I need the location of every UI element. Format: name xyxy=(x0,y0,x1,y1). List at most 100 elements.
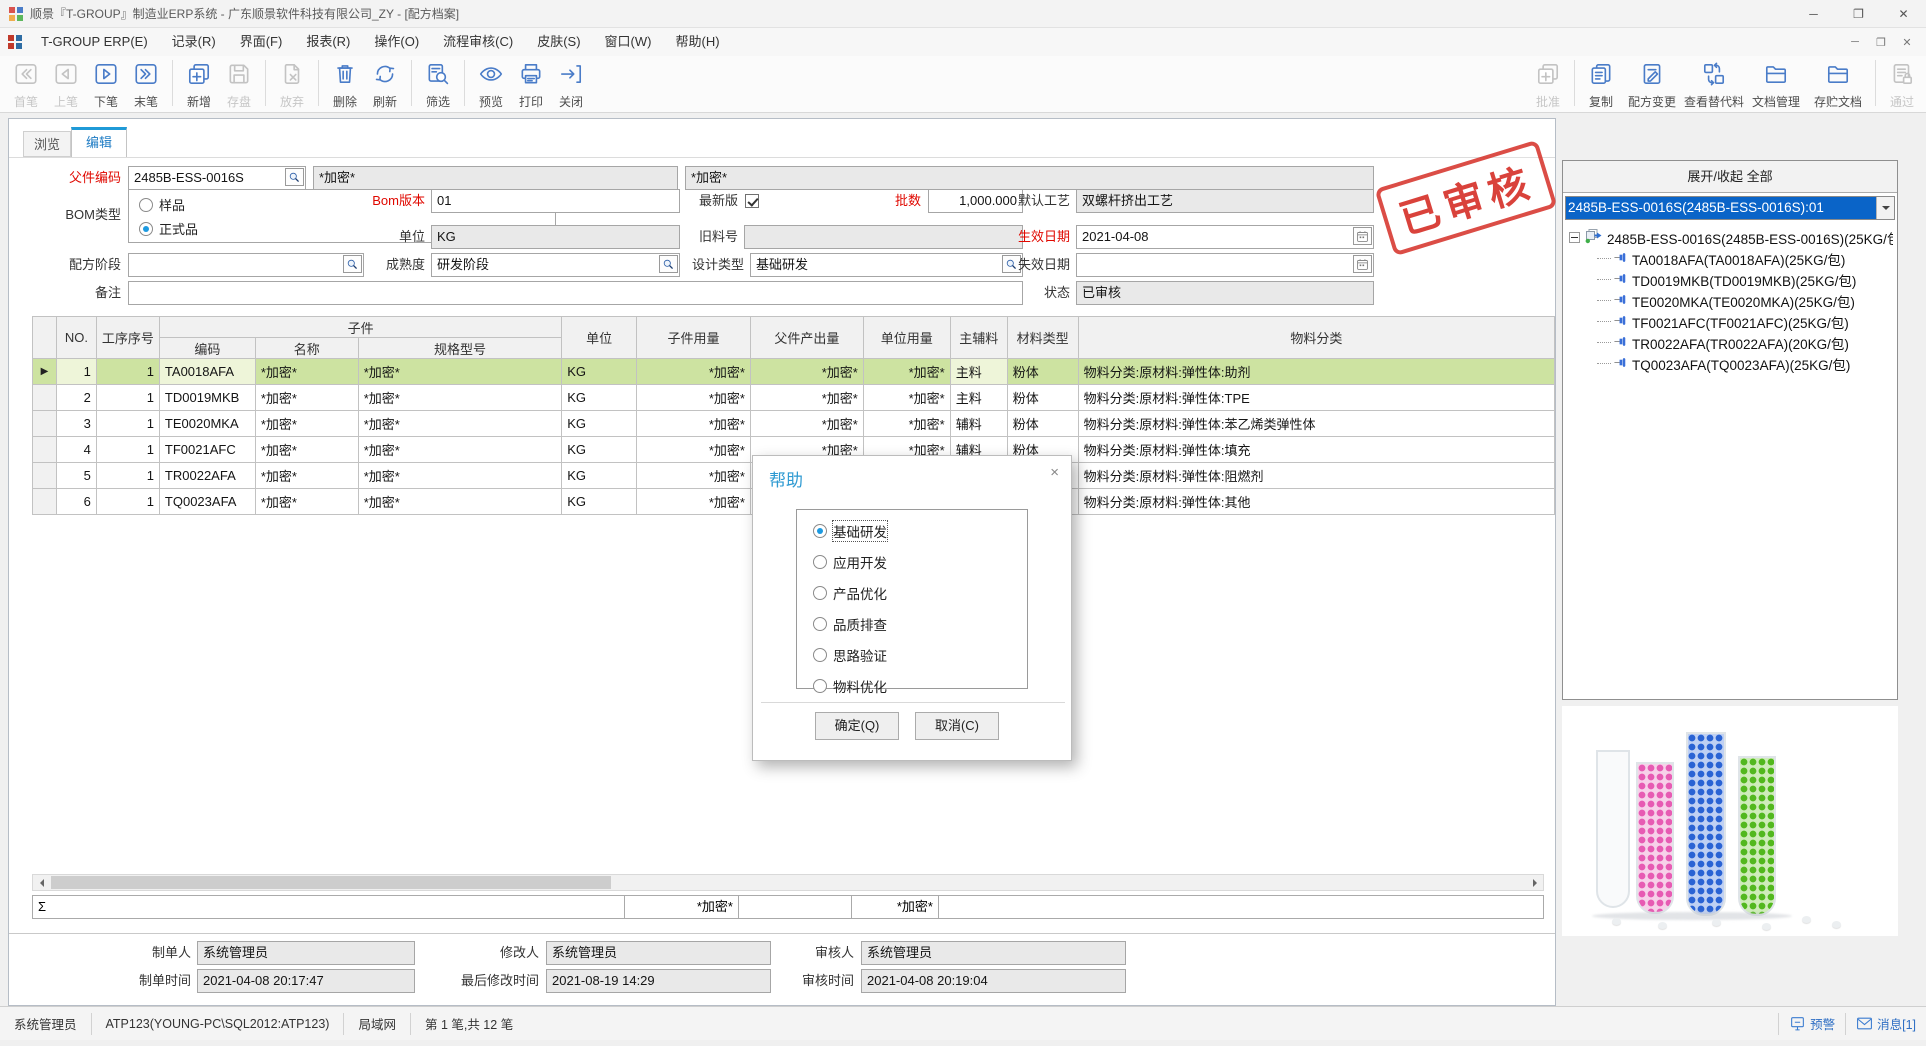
table-cell[interactable]: 1 xyxy=(96,359,159,385)
dialog-close-icon[interactable]: × xyxy=(1050,464,1059,481)
collapse-icon[interactable] xyxy=(1569,232,1580,243)
table-cell[interactable]: KG xyxy=(562,385,637,411)
tree-item[interactable]: TD0019MKB(TD0019MKB)(25KG/包) xyxy=(1567,269,1893,290)
table-cell[interactable]: *加密* xyxy=(358,463,562,489)
toolbar-refresh-button[interactable]: 刷新 xyxy=(365,56,405,110)
table-cell[interactable]: *加密* xyxy=(863,411,950,437)
dialog-option-6[interactable]: 物料优化 xyxy=(813,676,1027,696)
dialog-option-4[interactable]: 品质排查 xyxy=(813,614,1027,634)
table-cell[interactable]: 1 xyxy=(56,359,96,385)
table-cell[interactable]: *加密* xyxy=(255,437,358,463)
table-cell[interactable]: *加密* xyxy=(637,463,751,489)
table-cell[interactable]: 1 xyxy=(96,489,159,515)
toolbar-add-button[interactable]: 新增 xyxy=(179,56,219,110)
toolbar-doc-manage-button[interactable]: 文档管理 xyxy=(1745,56,1807,110)
table-cell[interactable]: KG xyxy=(562,437,637,463)
table-cell[interactable]: *加密* xyxy=(255,463,358,489)
table-cell[interactable]: *加密* xyxy=(358,411,562,437)
scroll-left-icon[interactable] xyxy=(33,875,50,890)
combo-dropdown-icon[interactable] xyxy=(1876,197,1894,219)
alert-item[interactable]: 预警 xyxy=(1779,1014,1845,1033)
formula-stage-input[interactable] xyxy=(128,253,364,277)
tree-item[interactable]: TR0022AFA(TR0022AFA)(20KG/包) xyxy=(1567,332,1893,353)
mdi-minimize-icon[interactable]: ─ xyxy=(1842,36,1868,48)
table-cell[interactable]: KG xyxy=(562,359,637,385)
table-cell[interactable]: *加密* xyxy=(637,437,751,463)
tree-item[interactable]: TE0020MKA(TE0020MKA)(25KG/包) xyxy=(1567,290,1893,311)
table-cell[interactable]: TA0018AFA xyxy=(159,359,255,385)
design-type-input[interactable]: 基础研发 xyxy=(750,253,1023,277)
menu-item-8[interactable]: 窗口(W) xyxy=(593,28,664,56)
horizontal-scrollbar[interactable] xyxy=(32,874,1544,891)
parent-code-input[interactable]: 2485B-ESS-0016S xyxy=(128,166,306,190)
table-cell[interactable]: TD0019MKB xyxy=(159,385,255,411)
tab-edit[interactable]: 编辑 xyxy=(71,127,127,157)
scrollbar-thumb[interactable] xyxy=(51,876,611,889)
table-cell[interactable]: 粉体 xyxy=(1007,385,1078,411)
table-cell[interactable]: *加密* xyxy=(255,359,358,385)
table-cell[interactable]: TR0022AFA xyxy=(159,463,255,489)
table-cell[interactable]: 物料分类:原材料:弹性体:阻燃剂 xyxy=(1078,463,1554,489)
bom-version-combo[interactable]: 2485B-ESS-0016S(2485B-ESS-0016S):01 xyxy=(1565,196,1895,220)
dialog-option-1[interactable]: 基础研发 xyxy=(813,521,1027,541)
scroll-right-icon[interactable] xyxy=(1526,875,1543,890)
message-item[interactable]: 消息[1] xyxy=(1846,1014,1926,1033)
table-cell[interactable]: *加密* xyxy=(637,489,751,515)
menu-item-5[interactable]: 操作(O) xyxy=(362,28,431,56)
table-cell[interactable]: 4 xyxy=(56,437,96,463)
toolbar-last-button[interactable]: 末笔 xyxy=(126,56,166,110)
tree-item[interactable]: TA0018AFA(TA0018AFA)(25KG/包) xyxy=(1567,248,1893,269)
table-cell[interactable]: *加密* xyxy=(255,489,358,515)
table-cell[interactable]: 物料分类:原材料:弹性体:填充 xyxy=(1078,437,1554,463)
menu-item-9[interactable]: 帮助(H) xyxy=(663,28,731,56)
table-cell[interactable]: 物料分类:原材料:弹性体:其他 xyxy=(1078,489,1554,515)
expand-collapse-all-button[interactable]: 展开/收起 全部 xyxy=(1563,161,1897,193)
table-cell[interactable]: *加密* xyxy=(255,411,358,437)
toolbar-formula-change-button[interactable]: 配方变更 xyxy=(1621,56,1683,110)
table-cell[interactable]: *加密* xyxy=(750,385,863,411)
toolbar-doc-store-button[interactable]: 存贮文档 xyxy=(1807,56,1869,110)
maturity-lookup-button[interactable] xyxy=(659,255,678,273)
table-cell[interactable]: 主料 xyxy=(950,359,1007,385)
window-maximize-button[interactable]: ❐ xyxy=(1836,0,1881,28)
latest-version-checkbox[interactable] xyxy=(745,194,759,208)
menu-item-2[interactable]: 记录(R) xyxy=(160,28,228,56)
mdi-close-icon[interactable]: ✕ xyxy=(1894,36,1920,49)
toolbar-view-substitute-button[interactable]: 查看替代料 xyxy=(1683,56,1745,110)
table-cell[interactable]: 1 xyxy=(96,437,159,463)
toolbar-next-button[interactable]: 下笔 xyxy=(86,56,126,110)
remark-input[interactable] xyxy=(128,281,1023,305)
table-cell[interactable]: 2 xyxy=(56,385,96,411)
table-row[interactable]: ▶11TA0018AFA*加密**加密*KG*加密**加密**加密*主料粉体物料… xyxy=(33,359,1555,385)
table-cell[interactable]: 粉体 xyxy=(1007,359,1078,385)
table-cell[interactable]: KG xyxy=(562,489,637,515)
menu-item-7[interactable]: 皮肤(S) xyxy=(525,28,592,56)
menu-item-3[interactable]: 界面(F) xyxy=(228,28,295,56)
dialog-cancel-button[interactable]: 取消(C) xyxy=(915,712,999,740)
table-row[interactable]: 31TE0020MKA*加密**加密*KG*加密**加密**加密*辅料粉体物料分… xyxy=(33,411,1555,437)
table-cell[interactable]: *加密* xyxy=(358,385,562,411)
table-cell[interactable]: 3 xyxy=(56,411,96,437)
dialog-option-5[interactable]: 思路验证 xyxy=(813,645,1027,665)
tree-item[interactable]: TF0021AFC(TF0021AFC)(25KG/包) xyxy=(1567,311,1893,332)
parent-code-lookup-button[interactable] xyxy=(285,168,304,186)
effective-date-calendar-button[interactable] xyxy=(1353,227,1372,245)
expire-date-input[interactable] xyxy=(1076,253,1374,277)
table-cell[interactable]: 主料 xyxy=(950,385,1007,411)
table-cell[interactable]: *加密* xyxy=(358,437,562,463)
effective-date-input[interactable]: 2021-04-08 xyxy=(1076,225,1374,249)
expire-date-calendar-button[interactable] xyxy=(1353,255,1372,273)
toolbar-preview-button[interactable]: 预览 xyxy=(471,56,511,110)
toolbar-filter-button[interactable]: 筛选 xyxy=(418,56,458,110)
table-cell[interactable]: 物料分类:原材料:弹性体:TPE xyxy=(1078,385,1554,411)
table-cell[interactable]: 5 xyxy=(56,463,96,489)
maturity-input[interactable]: 研发阶段 xyxy=(431,253,680,277)
table-cell[interactable]: 6 xyxy=(56,489,96,515)
menu-item-6[interactable]: 流程审核(C) xyxy=(431,28,525,56)
mdi-restore-icon[interactable]: ❐ xyxy=(1868,36,1894,49)
window-minimize-button[interactable]: ─ xyxy=(1791,0,1836,28)
tree-item[interactable]: TQ0023AFA(TQ0023AFA)(25KG/包) xyxy=(1567,353,1893,374)
toolbar-print-button[interactable]: 打印 xyxy=(511,56,551,110)
table-cell[interactable]: 物料分类:原材料:弹性体:苯乙烯类弹性体 xyxy=(1078,411,1554,437)
menu-item-4[interactable]: 报表(R) xyxy=(294,28,362,56)
